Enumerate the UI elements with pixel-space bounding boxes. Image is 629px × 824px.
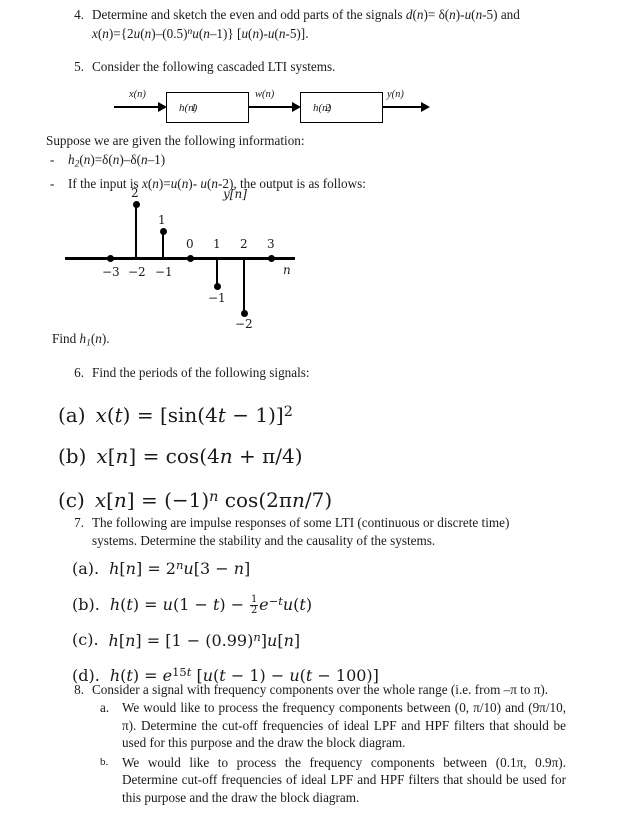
- question-7-heading-line-2: systems. Determine the stability and the…: [92, 532, 436, 548]
- question-8-number: 8.: [74, 682, 84, 697]
- equation-7b-expr: h(t) = u(1 − t) − 1 2 e−tu(t): [109, 593, 313, 617]
- equation-6a-label: (a): [58, 403, 86, 428]
- question-6: 6. Find the periods of the following sig…: [58, 364, 614, 382]
- question-8-item-b: b. We would like to process the frequenc…: [96, 754, 566, 807]
- intermediate-arrow-line: [249, 106, 296, 108]
- block-h2: h 2 (n): [300, 92, 383, 123]
- stem-point-n-minus-1: [159, 228, 167, 235]
- block-h1: h 1 (n): [166, 92, 249, 123]
- tick-label-0: 0: [186, 237, 194, 251]
- question-8-item-a-text: We would like to process the frequency c…: [122, 700, 566, 750]
- output-signal-label: y(n): [387, 89, 404, 100]
- question-8-subitems: a. We would like to process the frequenc…: [96, 699, 566, 807]
- value-label-minus-2: −2: [235, 317, 253, 331]
- question-5-find-line: Find h1(n).: [52, 331, 110, 349]
- equation-7a: (a). h[n] = 2nu[3 − n]: [72, 549, 492, 585]
- question-8-item-a-label: a.: [100, 700, 110, 715]
- stem-point-n-minus-2: [132, 201, 140, 208]
- question-4-line-1: Determine and sketch the even and odd pa…: [92, 7, 520, 22]
- stem-line-n-minus-2: [134, 204, 138, 258]
- given-bullet-1: - h2(n)=δ(n)–δ(n–1): [46, 151, 614, 174]
- equation-6b: (b) x[n] = cos(4n + π/4): [58, 436, 438, 477]
- question-8-heading: Consider a signal with frequency compone…: [92, 682, 549, 697]
- exam-worksheet-page: 4. Determine and sketch the even and odd…: [0, 0, 629, 824]
- stem-line-n-1: [215, 258, 219, 286]
- equation-7a-expr: h[n] = 2nu[3 − n]: [109, 558, 251, 578]
- value-label-minus-1: −1: [208, 291, 226, 305]
- input-signal-label: x(n): [129, 89, 146, 100]
- intermediate-signal-label: w(n): [255, 89, 275, 100]
- question-5-heading: Consider the following cascaded LTI syst…: [92, 59, 336, 74]
- stem-point-n-3: [267, 254, 275, 262]
- output-signal-stem-plot: y[n] n −3 2 −2 1 −1 0 1 −1 2 −2 3: [65, 186, 325, 331]
- equation-7c-label: (c).: [72, 630, 99, 650]
- question-6-heading: Find the periods of the following signal…: [92, 365, 310, 380]
- question-7-number: 7.: [74, 515, 84, 530]
- stem-plot-title: y[n]: [223, 187, 247, 201]
- equation-7b: (b). h(t) = u(1 − t) − 1 2 e−tu(t): [72, 585, 492, 621]
- question-8: 8. Consider a signal with frequency comp…: [58, 681, 614, 699]
- question-5-number: 5.: [74, 59, 84, 74]
- tick-label-minus-1: −1: [155, 265, 173, 279]
- equation-6a-expr: x(t) = [sin(4t − 1)]2: [95, 403, 293, 428]
- tick-label-3: 3: [267, 237, 275, 251]
- question-7-heading: The following are impulse responses of s…: [92, 514, 614, 549]
- tick-label-minus-3: −3: [102, 265, 120, 279]
- question-5-given-info: Suppose we are given the following infor…: [46, 132, 614, 193]
- value-label-1: 1: [158, 213, 166, 227]
- question-6-number: 6.: [74, 365, 84, 380]
- suppose-line: Suppose we are given the following infor…: [46, 133, 305, 148]
- stem-plot-x-axis: [65, 257, 295, 260]
- equation-7b-label: (b).: [72, 594, 100, 614]
- input-arrow-line: [114, 106, 162, 108]
- question-6-equations: (a) x(t) = [sin(4t − 1)]2 (b) x[n] = cos…: [58, 392, 438, 521]
- tick-label-1: 1: [213, 237, 221, 251]
- bullet-dash: -: [50, 152, 55, 167]
- question-8-item-a: a. We would like to process the frequenc…: [96, 699, 566, 752]
- stem-point-n-minus-3: [106, 254, 114, 262]
- question-8-item-b-label: b.: [100, 755, 109, 768]
- question-7-heading-line-1: The following are impulse responses of s…: [92, 515, 510, 530]
- question-4-body: Determine and sketch the even and odd pa…: [92, 6, 614, 42]
- equation-6b-label: (b): [58, 444, 87, 469]
- tick-label-2: 2: [240, 237, 248, 251]
- equation-7a-label: (a).: [72, 558, 100, 578]
- equation-7c-expr: h[n] = [1 − (0.99)n]u[n]: [108, 629, 301, 650]
- given-bullet-1-text: h2(n)=δ(n)–δ(n–1): [68, 152, 166, 170]
- stem-point-n-1: [213, 283, 221, 290]
- question-4-number: 4.: [74, 7, 84, 22]
- question-4-line-2: x(n)={2u(n)–(0.5)nu(n–1)} [u(n)-u(n-5)].: [92, 25, 309, 41]
- question-8-item-b-text: We would like to process the frequency c…: [122, 754, 566, 805]
- stem-line-n-minus-1: [161, 231, 165, 258]
- stem-line-n-2: [242, 258, 246, 313]
- output-arrowhead: [421, 102, 430, 112]
- equation-7c: (c). h[n] = [1 − (0.99)n]u[n]: [72, 621, 492, 657]
- equation-6b-expr: x[n] = cos(4n + π/4): [96, 444, 303, 469]
- stem-point-n-2: [240, 310, 248, 317]
- cascaded-lti-block-diagram: x(n) h 1 (n) w(n) h 2 (n) y(n): [110, 86, 430, 130]
- block-h1-label: h 1 (n): [179, 101, 198, 114]
- question-5: 5. Consider the following cascaded LTI s…: [58, 58, 614, 76]
- question-7-equations: (a). h[n] = 2nu[3 − n] (b). h(t) = u(1 −…: [72, 549, 492, 692]
- value-label-2: 2: [131, 186, 139, 200]
- stem-point-n-0: [186, 254, 194, 262]
- stem-plot-x-axis-label: n: [283, 263, 291, 277]
- equation-6a: (a) x(t) = [sin(4t − 1)]2: [58, 392, 438, 436]
- question-7: 7. The following are impulse responses o…: [58, 514, 614, 549]
- tick-label-minus-2: −2: [128, 265, 146, 279]
- question-4: 4. Determine and sketch the even and odd…: [58, 6, 614, 42]
- block-h2-label: h 2 (n): [313, 101, 332, 114]
- output-arrow-line: [383, 106, 425, 108]
